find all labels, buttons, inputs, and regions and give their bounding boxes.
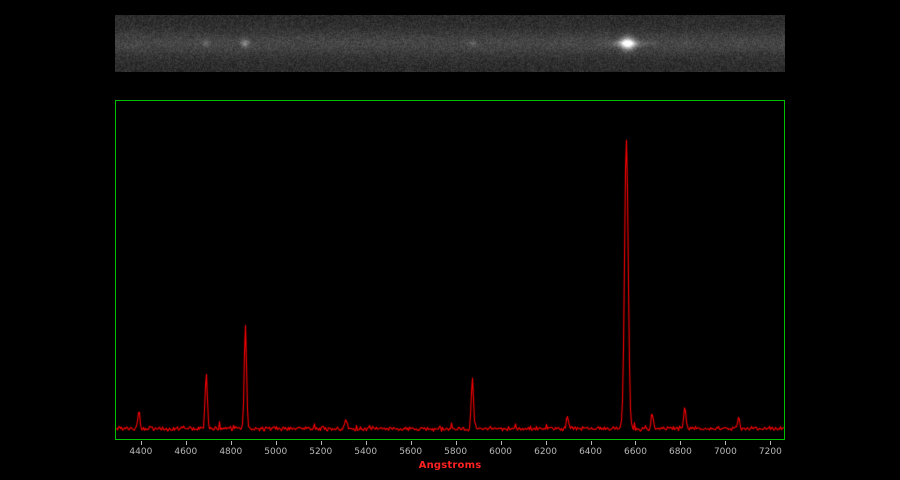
x-tick-label: 4600	[174, 447, 197, 457]
x-tick-mark	[680, 441, 681, 445]
x-tick-mark	[231, 441, 232, 445]
x-tick-mark	[725, 441, 726, 445]
x-tick-label: 5400	[354, 447, 377, 457]
x-tick-mark	[411, 441, 412, 445]
x-tick-label: 6200	[534, 447, 557, 457]
x-tick-label: 6000	[489, 447, 512, 457]
x-tick-mark	[366, 441, 367, 445]
x-tick-mark	[501, 441, 502, 445]
x-axis: Angstroms 4400 4600 4800 5000 5200 5400 5600 58…	[115, 441, 785, 479]
spectrum-plot-frame	[115, 100, 785, 440]
x-tick-label: 4400	[129, 447, 152, 457]
x-tick-label: 7000	[714, 447, 737, 457]
x-tick-label: 7200	[759, 447, 782, 457]
x-tick-mark	[321, 441, 322, 445]
x-tick-label: 5800	[444, 447, 467, 457]
spectrum-2d-strip	[115, 15, 785, 72]
x-tick-label: 5600	[399, 447, 422, 457]
x-tick-mark	[635, 441, 636, 445]
x-tick-mark	[770, 441, 771, 445]
x-tick-mark	[141, 441, 142, 445]
spectrum-viewer-window: Angstroms 4400 4600 4800 5000 5200 5400 5600 58…	[0, 0, 900, 480]
x-tick-mark	[591, 441, 592, 445]
x-axis-title: Angstroms	[419, 460, 482, 471]
x-tick-label: 5000	[264, 447, 287, 457]
x-tick-label: 4800	[219, 447, 242, 457]
x-tick-mark	[186, 441, 187, 445]
x-tick-label: 6800	[669, 447, 692, 457]
spectrum-plot[interactable]	[116, 101, 784, 439]
x-tick-mark	[546, 441, 547, 445]
x-tick-mark	[276, 441, 277, 445]
x-tick-label: 5200	[309, 447, 332, 457]
x-tick-label: 6600	[624, 447, 647, 457]
x-tick-label: 6400	[579, 447, 602, 457]
x-tick-mark	[456, 441, 457, 445]
